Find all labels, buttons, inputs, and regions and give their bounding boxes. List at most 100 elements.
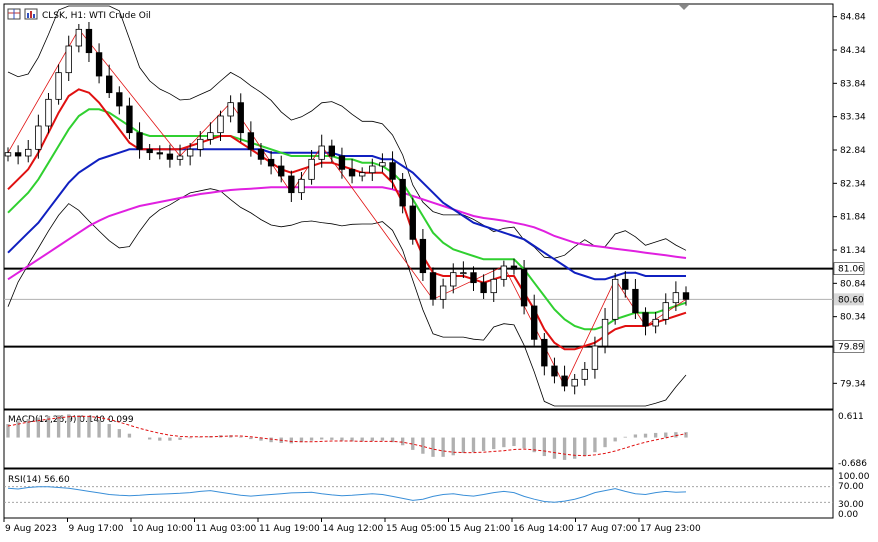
candle-body [369, 165, 376, 174]
candle-body [207, 132, 214, 140]
time-tick-label: 14 Aug 12:00 [323, 524, 384, 534]
candle-body [571, 378, 578, 387]
candle-body [510, 265, 518, 270]
ma-long-line [7, 186, 687, 281]
price-tick-label: 80.84 [840, 279, 866, 289]
price-axis: 84.84 84.34 83.84 83.34 82.84 82.34 81.84 81.34… [833, 13, 866, 389]
candle-body [399, 178, 406, 207]
rsi-line [7, 486, 687, 503]
candle-body [328, 145, 336, 157]
time-tick-label: 17 Aug 07:00 [577, 524, 638, 534]
price-tick-label: 80.34 [840, 313, 866, 323]
candle-body [65, 45, 72, 74]
candle-body [682, 292, 690, 300]
candle-body [662, 302, 669, 320]
bollinger-upper [7, 5, 687, 259]
candle-body [389, 162, 396, 180]
symbol-title: CLSK, H1: WTI Crude Oil [42, 11, 151, 21]
candle-body [642, 312, 649, 327]
candle-body [85, 28, 93, 54]
candle-body [409, 205, 416, 240]
time-tick-label: 17 Aug 23:00 [640, 524, 701, 534]
candle-body [338, 155, 346, 170]
candle-body [25, 148, 32, 157]
candle-body [601, 318, 609, 347]
price-tick-label: 84.84 [840, 13, 866, 23]
candle-body [379, 162, 386, 167]
time-tick-label: 15 Aug 21:00 [450, 524, 511, 534]
price-tick-label: 83.34 [840, 113, 866, 123]
candle-body [45, 98, 52, 127]
candle-body [257, 148, 265, 160]
candle-body [267, 158, 275, 167]
candle-body [156, 152, 163, 155]
time-axis: 9 Aug 2023 9 Aug 17:00 10 Aug 10:00 11 Aug … [3, 518, 701, 534]
candle-body [126, 105, 133, 134]
candle-body [106, 75, 113, 94]
candle-body [561, 375, 568, 387]
candle-body [611, 278, 619, 320]
time-tick-label: 10 Aug 10:00 [132, 524, 193, 534]
chart-canvas[interactable]: CLSK, H1: WTI Crude Oil 81.0679.8980.60 … [0, 0, 878, 542]
rsi-label: RSI(14) 56.60 [8, 475, 70, 485]
candle-body [541, 338, 548, 367]
candle-body [490, 278, 497, 294]
moving-averages [7, 88, 687, 351]
candle-body [227, 102, 234, 117]
macd-tick-top: 0.611 [838, 412, 864, 422]
candle-body [460, 272, 467, 275]
candle-body [237, 102, 244, 134]
price-tick-label: 79.34 [840, 379, 866, 389]
candle-body [136, 132, 143, 150]
main-panel-frame [3, 3, 834, 410]
rsi-tick-70: 70.00 [838, 482, 864, 492]
time-tick-label: 11 Aug 03:00 [196, 524, 257, 534]
candle-body [632, 288, 639, 314]
candle-body [4, 152, 12, 157]
candle-body [672, 292, 680, 304]
candle-body [197, 138, 204, 150]
candle-body [278, 165, 285, 177]
rsi-tick-100: 100.00 [838, 472, 870, 482]
level-high-tag-label: 81.06 [838, 265, 864, 275]
time-tick-label: 9 Aug 2023 [5, 524, 57, 534]
candle-body [186, 148, 194, 157]
candle-body [520, 268, 528, 307]
grid-icon[interactable] [7, 8, 21, 20]
candle-body [75, 28, 83, 47]
price-tick-label: 81.84 [840, 213, 866, 223]
collapse-arrow-icon[interactable] [679, 5, 689, 10]
level-low-tag-label: 79.89 [838, 343, 864, 353]
candle-body [419, 238, 427, 274]
time-tick-label: 9 Aug 17:00 [69, 524, 124, 534]
ma-fast-line [7, 88, 687, 351]
candle-body [55, 72, 62, 100]
current-price-label: 80.60 [838, 295, 864, 305]
candle-body [652, 318, 659, 327]
candle-body [146, 148, 153, 154]
candle-body [622, 278, 629, 290]
candle-body [116, 92, 123, 107]
candle-body [95, 52, 103, 77]
time-tick-label: 16 Aug 14:00 [513, 524, 574, 534]
candle-body [166, 153, 174, 160]
candle-body [358, 172, 366, 177]
rsi-tick-30: 30.00 [838, 500, 864, 510]
candle-body [14, 152, 22, 157]
chart-settings-icon[interactable] [24, 8, 38, 20]
macd-tick-bottom: -0.686 [838, 459, 867, 469]
candle-body [308, 158, 315, 180]
candle-body [247, 132, 255, 150]
ma-medium-line [7, 108, 687, 331]
price-tick-label: 82.84 [840, 146, 866, 156]
candle-body [318, 145, 325, 160]
chart-window: CLSK, H1: WTI Crude Oil 81.06 79.89 80.60 … [0, 0, 878, 542]
candle-body [591, 345, 599, 370]
candle-body [298, 178, 305, 194]
rsi-series [4, 486, 833, 503]
candle-body [500, 265, 508, 280]
candle-body [217, 115, 224, 134]
candle-body [439, 285, 447, 300]
candles [4, 22, 690, 395]
candle-body [480, 282, 487, 294]
